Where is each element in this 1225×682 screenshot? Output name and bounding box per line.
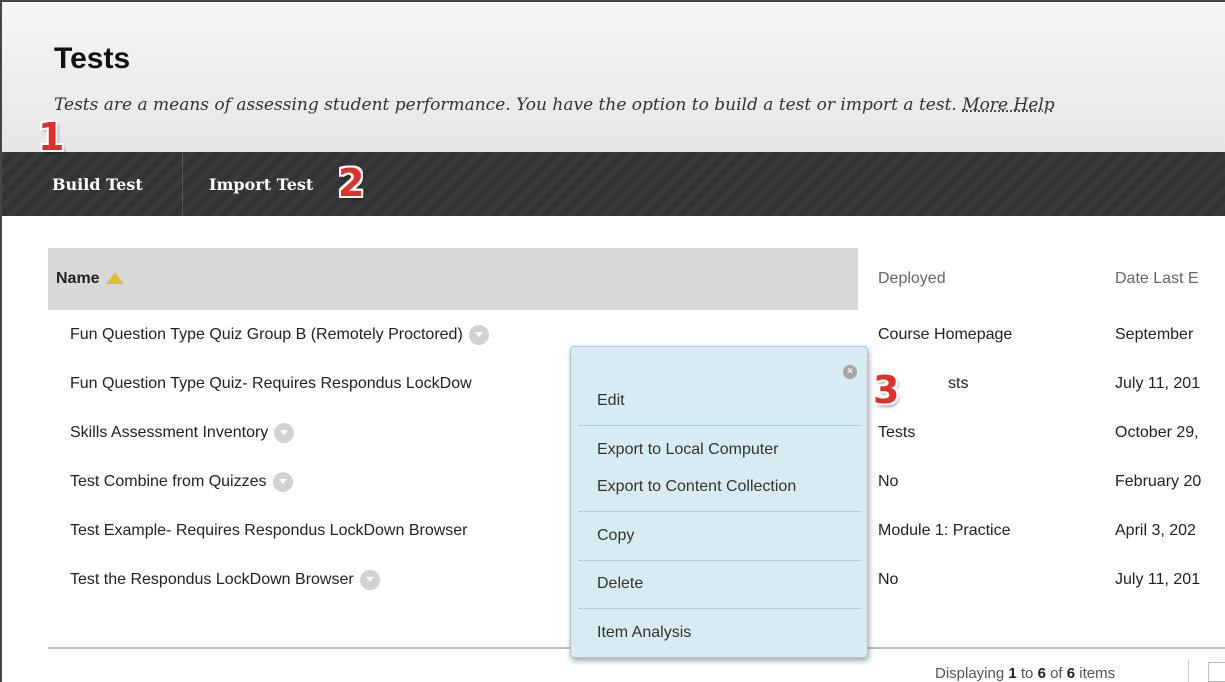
date-cell: September xyxy=(1115,325,1194,343)
pagination-status: Displaying 1 to 6 of 6 items xyxy=(935,665,1115,682)
annotation-marker-1: 1 xyxy=(38,115,65,159)
menu-item-item-analysis[interactable]: Item Analysis xyxy=(597,624,691,642)
test-name[interactable]: Test the Respondus LockDown Browser xyxy=(70,571,354,589)
instructions-text: Tests are a means of assessing student p… xyxy=(54,95,957,115)
deployed-cell: Course Homepage xyxy=(878,325,1013,343)
close-icon[interactable]: × xyxy=(843,365,857,379)
pagination-start: 1 xyxy=(1008,665,1017,682)
deployed-cell: sts xyxy=(948,374,969,392)
pagination-total: 6 xyxy=(1066,665,1076,682)
menu-divider xyxy=(579,608,861,609)
chevron-down-icon[interactable] xyxy=(274,422,295,443)
menu-item-edit[interactable]: Edit xyxy=(597,392,625,410)
date-cell: April 3, 202 xyxy=(1115,521,1196,539)
footer-divider xyxy=(1188,660,1189,682)
page-title: Tests xyxy=(54,42,131,75)
pagination-tail: items xyxy=(1075,665,1116,682)
date-cell: February 20 xyxy=(1115,472,1202,490)
annotation-marker-3: 3 xyxy=(873,368,900,412)
column-header-name[interactable]: Name xyxy=(48,248,858,310)
test-name-cell: Test the Respondus LockDown Browser xyxy=(70,555,380,604)
table-header: Name Deployed Date Last E xyxy=(48,248,1225,310)
context-menu: × Edit Export to Local Computer Export t… xyxy=(570,346,868,658)
test-name[interactable]: Skills Assessment Inventory xyxy=(70,424,268,442)
menu-item-delete[interactable]: Delete xyxy=(597,575,643,593)
test-name-cell: Fun Question Type Quiz Group B (Remotely… xyxy=(70,310,489,359)
menu-item-export-content-collection[interactable]: Export to Content Collection xyxy=(597,478,796,496)
test-name[interactable]: Fun Question Type Quiz Group B (Remotely… xyxy=(70,326,463,344)
page-header: Tests Tests are a means of assessing stu… xyxy=(2,2,1225,152)
deployed-cell: Module 1: Practice xyxy=(878,521,1011,539)
chevron-down-icon[interactable] xyxy=(359,569,380,590)
build-test-button[interactable]: Build Test xyxy=(52,152,143,216)
pagination-prefix: Displaying xyxy=(935,665,1009,682)
chevron-down-icon[interactable] xyxy=(468,324,489,345)
chevron-down-icon[interactable] xyxy=(272,471,293,492)
annotation-marker-2: 2 xyxy=(338,161,365,205)
menu-item-export-local[interactable]: Export to Local Computer xyxy=(597,441,778,459)
action-bar: Build Test Import Test xyxy=(2,152,1225,216)
column-header-name-label: Name xyxy=(56,270,100,287)
deployed-cell: No xyxy=(878,472,899,490)
column-header-deployed[interactable]: Deployed xyxy=(878,248,946,310)
test-name-cell: Skills Assessment Inventory xyxy=(70,408,295,457)
sort-ascending-icon xyxy=(105,272,124,284)
more-help-link[interactable]: More Help xyxy=(962,95,1054,115)
test-name-cell: Test Example- Requires Respondus LockDow… xyxy=(70,506,468,555)
import-test-button[interactable]: Import Test xyxy=(209,152,313,216)
menu-divider xyxy=(579,560,861,561)
deployed-cell: No xyxy=(878,570,899,588)
test-name-cell: Fun Question Type Quiz- Requires Respond… xyxy=(70,359,472,408)
date-cell: July 11, 201 xyxy=(1115,374,1201,392)
deployed-cell: Tests xyxy=(878,423,916,441)
date-cell: July 11, 201 xyxy=(1115,570,1201,588)
page-instructions: Tests are a means of assessing student p… xyxy=(54,95,1055,115)
test-name-cell: Test Combine from Quizzes xyxy=(70,457,293,506)
test-name[interactable]: Fun Question Type Quiz- Requires Respond… xyxy=(70,375,472,393)
menu-item-copy[interactable]: Copy xyxy=(597,527,634,545)
pagination-end: 6 xyxy=(1037,665,1046,682)
test-name[interactable]: Test Combine from Quizzes xyxy=(70,473,267,491)
date-cell: October 29, xyxy=(1115,423,1199,441)
menu-divider xyxy=(579,425,861,426)
action-bar-divider xyxy=(182,152,183,216)
test-name[interactable]: Test Example- Requires Respondus LockDow… xyxy=(70,522,468,540)
pagination-suffix: of xyxy=(1045,665,1067,682)
pagination-mid: to xyxy=(1016,665,1038,682)
menu-divider xyxy=(579,511,861,512)
column-header-date[interactable]: Date Last E xyxy=(1115,248,1199,310)
page-size-control[interactable] xyxy=(1208,662,1225,682)
